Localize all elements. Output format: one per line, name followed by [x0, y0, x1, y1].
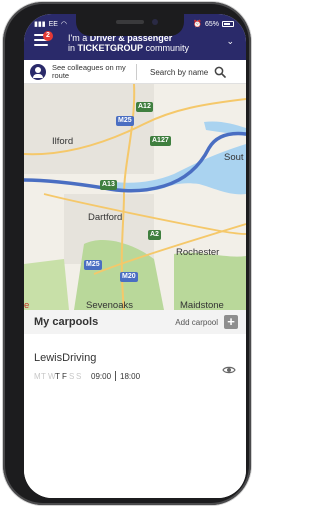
carrier-label: EE — [48, 20, 58, 28]
speaker-grille — [116, 20, 144, 24]
front-camera — [152, 19, 158, 25]
search-by-name-button[interactable]: Search by name — [150, 64, 227, 80]
carpool-name: LewisDriving — [34, 352, 97, 364]
search-label: Search by name — [150, 67, 209, 77]
road-shield: M25 — [116, 116, 134, 126]
wifi-icon: ◠ — [60, 21, 68, 28]
place-label: Dartford — [88, 212, 123, 223]
community-name: TICKETGROUP — [77, 43, 144, 53]
carpools-title: My carpools — [34, 316, 99, 328]
battery-percent: 65% — [204, 20, 219, 28]
place-label: Ilford — [52, 136, 74, 147]
phone-frame: ▮▮▮ EE ◠ ⏰ 65% 2 I'm a Driver & passenge — [3, 2, 251, 505]
outbound-time: 09:00 — [91, 371, 112, 381]
battery-icon — [222, 21, 234, 27]
carpools-header: My carpools Add carpool + — [24, 310, 246, 334]
plus-icon: + — [224, 315, 238, 329]
chevron-down-icon[interactable]: ⌄ — [226, 36, 234, 47]
route-map[interactable]: Ilford Dartford Rochester Sevenoaks Maid… — [24, 84, 246, 310]
day-indicator: S — [69, 371, 75, 381]
day-indicator: F — [62, 371, 67, 381]
road-shield: M25 — [84, 260, 102, 270]
divider — [136, 64, 137, 80]
community-suffix: community — [143, 43, 190, 53]
add-carpool-button[interactable]: Add carpool + — [175, 315, 238, 329]
eye-icon[interactable] — [222, 362, 236, 380]
road-shield: A2 — [148, 230, 161, 240]
carpool-schedule: M T W T F S S 09:00 18:00 — [34, 371, 140, 381]
day-indicator: M — [34, 371, 41, 381]
day-indicator: S — [76, 371, 82, 381]
person-icon — [30, 64, 46, 80]
return-time: 18:00 — [120, 371, 141, 381]
place-label: Sout — [224, 152, 244, 163]
place-label: Maidstone — [180, 300, 224, 310]
time-separator — [115, 371, 117, 381]
community-line: in TICKETGROUP community — [68, 43, 189, 53]
day-indicator: T — [41, 371, 46, 381]
carpools-panel: My carpools Add carpool + LewisDriving M… — [24, 310, 246, 498]
signal-icon: ▮▮▮ — [34, 21, 46, 28]
carpool-list-item[interactable]: LewisDriving M T W T F S S 09:00 18:00 — [24, 334, 246, 392]
road-shield: A13 — [100, 180, 117, 190]
phone-notch — [76, 14, 184, 36]
community-prefix: in — [68, 43, 78, 53]
search-row: See colleagues on my route Search by nam… — [24, 60, 246, 84]
alarm-icon: ⏰ — [193, 21, 202, 28]
notification-badge: 2 — [43, 31, 53, 41]
day-indicator: T — [55, 371, 60, 381]
see-colleagues-label: See colleagues on my route — [52, 62, 126, 80]
app-screen: ▮▮▮ EE ◠ ⏰ 65% 2 I'm a Driver & passenge — [24, 14, 246, 498]
add-carpool-label: Add carpool — [175, 317, 218, 327]
search-icon — [214, 66, 227, 78]
see-colleagues-button[interactable]: See colleagues on my route — [30, 62, 130, 82]
role-selector[interactable]: I'm a Driver & passenger in TICKETGROUP … — [68, 33, 189, 53]
green-area — [24, 259, 69, 310]
road-shield: A12 — [136, 102, 153, 112]
road-shield: M20 — [120, 272, 138, 282]
edge-label: e — [24, 300, 30, 310]
road-shield: A127 — [150, 136, 171, 146]
place-label: Sevenoaks — [86, 300, 134, 310]
hamburger-icon-bar — [34, 44, 48, 46]
place-label: Rochester — [176, 247, 220, 258]
day-indicator: W — [48, 371, 56, 381]
